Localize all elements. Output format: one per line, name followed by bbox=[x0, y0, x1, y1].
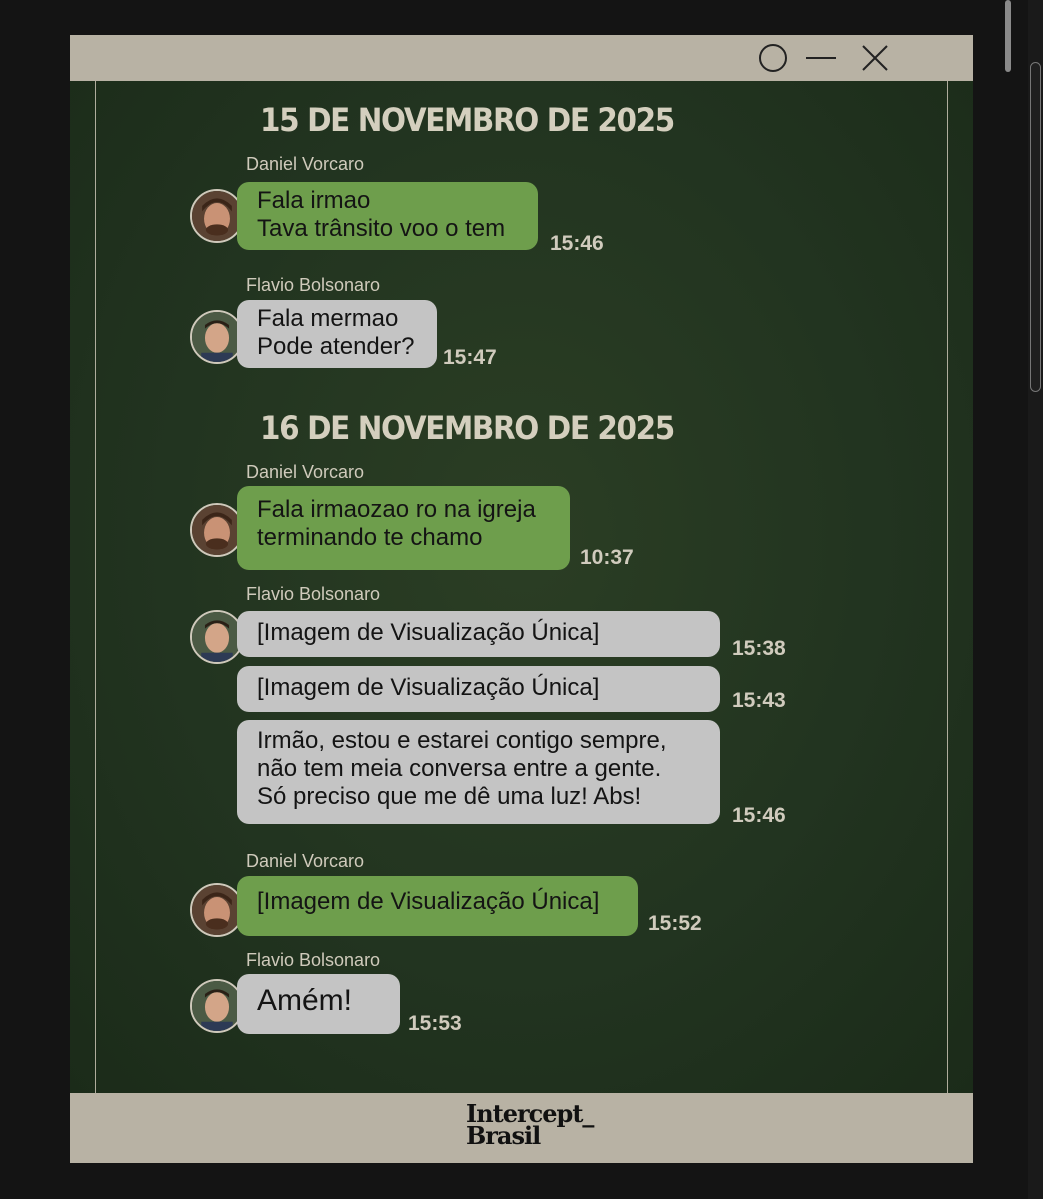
message-bubble: Irmão, estou e estarei contigo sempre, n… bbox=[237, 720, 720, 824]
sender-name: Flavio Bolsonaro bbox=[246, 275, 381, 295]
message-time: 15:53 bbox=[408, 1012, 462, 1035]
message-bubble: Fala mermao Pode atender? bbox=[237, 300, 437, 368]
circle-icon[interactable] bbox=[758, 43, 788, 73]
window-edge-handle bbox=[1005, 0, 1011, 72]
close-icon[interactable] bbox=[860, 43, 890, 73]
message-time: 15:46 bbox=[550, 232, 604, 255]
sender-name: Daniel Vorcaro bbox=[246, 462, 365, 482]
avatar-daniel bbox=[190, 189, 244, 243]
avatar-flavio bbox=[190, 979, 244, 1033]
chat-board: 15 DE NOVEMBRO DE 2025 Daniel Vorcaro Fa… bbox=[70, 81, 973, 1093]
minimize-icon[interactable] bbox=[806, 43, 836, 73]
avatar-flavio bbox=[190, 610, 244, 664]
border-line-left bbox=[95, 81, 96, 1093]
intercept-brasil-logo: Intercept_ Brasil bbox=[466, 1102, 594, 1150]
message-time: 10:37 bbox=[580, 546, 634, 569]
message-bubble: [Imagem de Visualização Única] bbox=[237, 666, 720, 712]
avatar-daniel bbox=[190, 883, 244, 937]
footer: Intercept_ Brasil bbox=[70, 1093, 973, 1163]
date-heading: 15 DE NOVEMBRO DE 2025 bbox=[260, 101, 675, 139]
image-frame: 15 DE NOVEMBRO DE 2025 Daniel Vorcaro Fa… bbox=[70, 35, 973, 1163]
message-time: 15:43 bbox=[732, 689, 786, 712]
message-time: 15:38 bbox=[732, 637, 786, 660]
border-line-right bbox=[947, 81, 948, 1093]
avatar-flavio bbox=[190, 310, 244, 364]
message-time: 15:52 bbox=[648, 912, 702, 935]
message-bubble: Fala irmao Tava trânsito voo o tem bbox=[237, 182, 538, 250]
message-bubble: [Imagem de Visualização Única] bbox=[237, 611, 720, 657]
sender-name: Flavio Bolsonaro bbox=[246, 584, 381, 604]
sender-name: Daniel Vorcaro bbox=[246, 851, 365, 871]
message-time: 15:46 bbox=[732, 804, 786, 827]
avatar-daniel bbox=[190, 503, 244, 557]
message-time: 15:47 bbox=[443, 346, 497, 369]
logo-line-2: Brasil bbox=[466, 1121, 541, 1150]
message-bubble: [Imagem de Visualização Única] bbox=[237, 876, 638, 936]
sender-name: Flavio Bolsonaro bbox=[246, 950, 381, 970]
message-bubble: Amém! bbox=[237, 974, 400, 1034]
title-bar bbox=[70, 35, 973, 81]
message-bubble: Fala irmaozao ro na igreja terminando te… bbox=[237, 486, 570, 570]
scrollbar-thumb[interactable] bbox=[1030, 62, 1041, 392]
date-heading: 16 DE NOVEMBRO DE 2025 bbox=[260, 409, 675, 447]
sender-name: Daniel Vorcaro bbox=[246, 154, 365, 174]
